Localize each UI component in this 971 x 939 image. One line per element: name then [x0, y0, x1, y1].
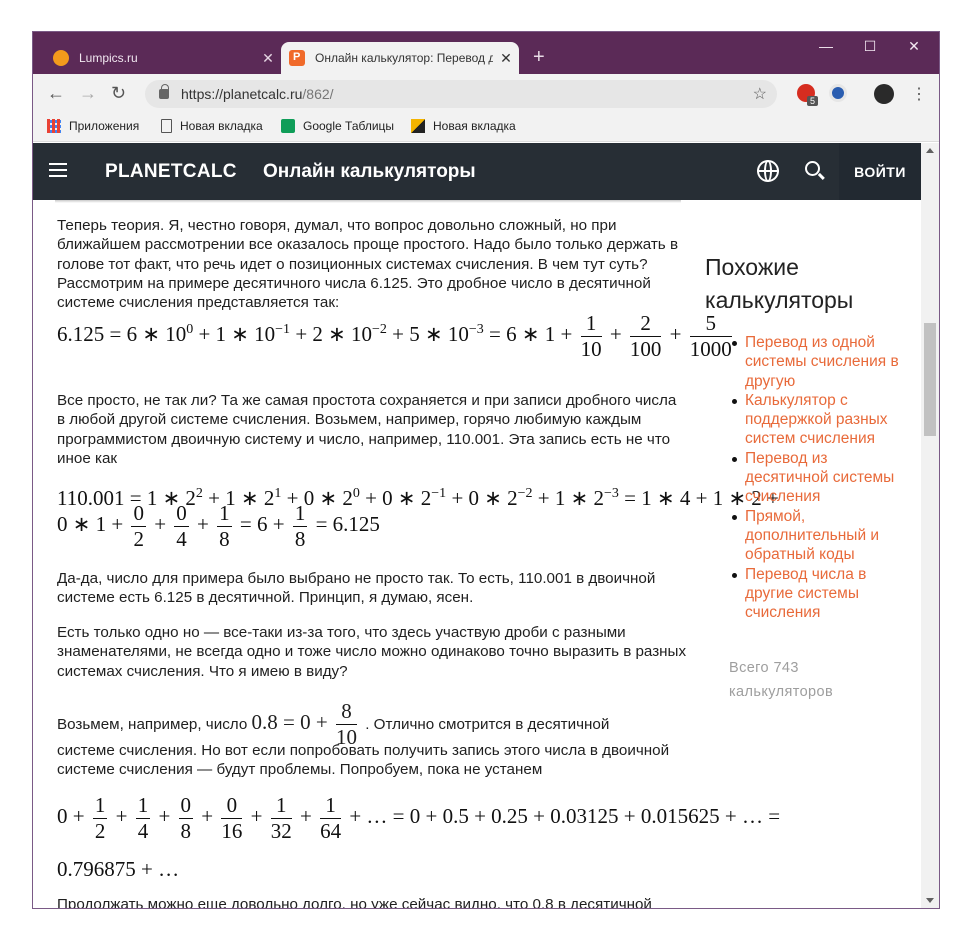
scrollbar-thumb[interactable]	[924, 323, 936, 436]
bookmark-google-sheets[interactable]: Google Таблицы	[281, 119, 394, 133]
bookmark-label: Новая вкладка	[180, 119, 263, 133]
menu-dots-icon[interactable]: ⋮	[911, 84, 927, 104]
text-after: . Отлично смотрится в десятичной	[365, 715, 610, 733]
formula-decimal: 6.125 = 6 ∗ 100 + 1 ∗ 10−1 + 2 ∗ 10−2 + …	[57, 311, 732, 361]
paragraph-theory: Теперь теория. Я, честно говоря, думал, …	[57, 217, 679, 312]
maximize-button[interactable]: ☐	[853, 38, 887, 60]
planetcalc-favicon-icon	[289, 50, 305, 66]
paragraph-caveat: Есть только одно но — все-таки из-за тог…	[57, 624, 687, 680]
tab-lumpics[interactable]: Lumpics.ru ✕	[45, 42, 281, 74]
paragraph-conclusion: Продолжать можно еще довольно долго, но …	[57, 896, 652, 908]
browser-toolbar: ← → ↻ https://planetcalc.ru/862/ ☆ 5 ⋮	[33, 74, 939, 112]
url-path: /862/	[302, 86, 334, 102]
formula-series-line1: 0 + 12 + 14 + 08 + 0 16 + 1 32 + 1 64 + … =…	[57, 793, 781, 843]
bookmark-new-tab-2[interactable]: Новая вкладка	[411, 119, 516, 133]
image-icon	[411, 119, 425, 133]
paragraph-example: Да-да, число для примера было выбрано не…	[57, 570, 656, 607]
site-subtitle[interactable]: Онлайн калькуляторы	[263, 161, 476, 183]
text-before: Возьмем, например, число	[57, 715, 248, 733]
tab-title: Онлайн калькулятор: Перевод д	[315, 51, 493, 65]
related-link[interactable]: Перевод из одной системы счисления в дру…	[732, 333, 915, 391]
extension-badge: 5	[807, 96, 819, 106]
new-tab-button[interactable]: +	[533, 46, 545, 69]
related-link[interactable]: Перевод из десятичной системы счисления	[732, 449, 915, 507]
paragraph-binary-problem: системе счисления. Но вот если попробова…	[57, 742, 670, 779]
related-link[interactable]: Перевод числа в другие системы счисления	[732, 565, 915, 623]
url-host: https://planetcalc.ru	[181, 86, 303, 102]
formula-series-line2: 0.796875 + …	[57, 857, 180, 881]
bookmark-star-icon[interactable]: ☆	[753, 84, 767, 104]
bookmark-new-tab-1[interactable]: Новая вкладка	[161, 119, 263, 133]
related-link[interactable]: Прямой, дополнительный и обратный коды	[732, 507, 915, 565]
login-button[interactable]: ВОЙТИ	[839, 143, 921, 200]
reload-icon[interactable]: ↻	[111, 83, 126, 104]
page-icon	[161, 119, 172, 133]
forward-arrow-icon[interactable]: →	[79, 83, 97, 104]
title-bar: Lumpics.ru ✕ Онлайн калькулятор: Перевод…	[33, 32, 939, 74]
page-viewport: PLANETCALC Онлайн калькуляторы ВОЙТИ Теп…	[33, 143, 939, 908]
tab-close-icon[interactable]: ✕	[493, 50, 519, 67]
bookmark-label: Новая вкладка	[433, 119, 516, 133]
scroll-up-icon[interactable]	[926, 148, 934, 153]
minimize-button[interactable]: —	[809, 38, 843, 60]
site-header: PLANETCALC Онлайн калькуляторы ВОЙТИ	[33, 143, 921, 200]
back-arrow-icon[interactable]: ←	[47, 83, 65, 104]
sheets-icon	[281, 119, 295, 133]
related-link[interactable]: Калькулятор с поддержкой разных систем с…	[732, 391, 915, 449]
related-links-list: Перевод из одной системы счисления в дру…	[732, 333, 915, 623]
apps-grid-icon	[47, 119, 61, 133]
paragraph-binary-intro: Все просто, не так ли? Та же самая прост…	[57, 392, 677, 467]
globe-icon[interactable]	[757, 160, 779, 182]
browser-window: Lumpics.ru ✕ Онлайн калькулятор: Перевод…	[33, 32, 939, 908]
formula-binary-line2: 0 ∗ 1 + 02 + 04 + 18 = 6 + 18 = 6.125	[57, 501, 380, 551]
lock-icon	[159, 84, 169, 99]
header-shadow	[55, 200, 681, 203]
tab-close-icon[interactable]: ✕	[255, 50, 281, 67]
formula-inline: 0.8 = 0 + 8 10	[251, 699, 357, 749]
site-logo[interactable]: PLANETCALC	[105, 161, 237, 183]
sidebar-heading: Похожие калькуляторы	[705, 254, 854, 313]
profile-avatar[interactable]	[874, 84, 894, 104]
total-calculators-count: Всего 743 калькуляторов	[729, 660, 834, 700]
bookmark-label: Приложения	[69, 119, 140, 133]
hamburger-menu-icon[interactable]	[49, 163, 67, 177]
tab-title: Lumpics.ru	[79, 51, 138, 65]
address-bar[interactable]: https://planetcalc.ru/862/ ☆	[145, 80, 777, 108]
scroll-down-icon[interactable]	[926, 898, 934, 903]
extension-globe-icon[interactable]	[829, 84, 847, 102]
bookmark-apps[interactable]: Приложения	[47, 119, 139, 133]
bookmarks-bar: Приложения Новая вкладка Google Таблицы …	[33, 112, 939, 142]
bookmark-label: Google Таблицы	[303, 119, 395, 133]
page-scrollbar[interactable]	[921, 143, 939, 908]
tab-planetcalc[interactable]: Онлайн калькулятор: Перевод д ✕	[281, 42, 519, 74]
search-icon[interactable]	[805, 161, 820, 176]
lumpics-favicon-icon	[53, 50, 69, 66]
close-window-button[interactable]: ✕	[897, 38, 931, 60]
